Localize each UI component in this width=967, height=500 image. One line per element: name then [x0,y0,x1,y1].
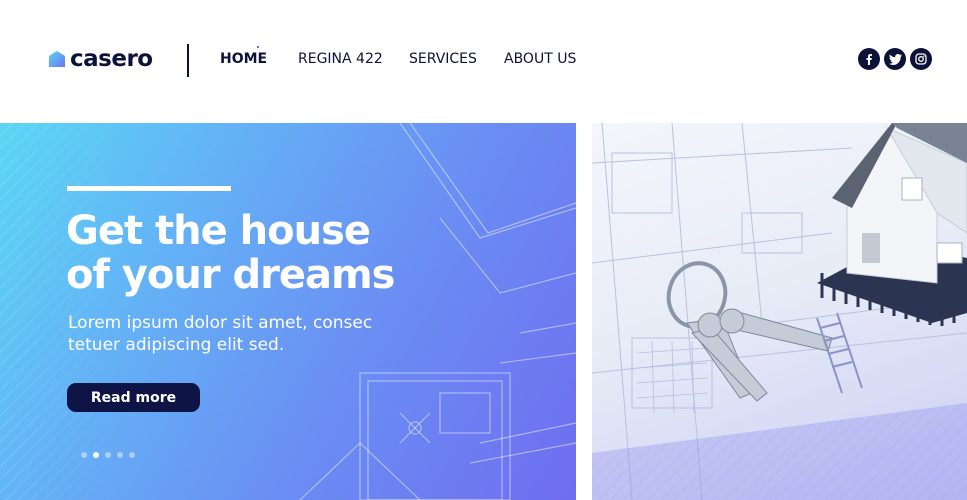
logo[interactable]: casero [49,46,153,72]
house-logo-icon [49,51,65,67]
house-keys-photo [592,123,967,500]
logo-text: casero [70,46,153,72]
slider-dots [81,452,135,458]
nav-item-home[interactable]: HOME [220,51,298,67]
social-links [858,48,932,70]
nav-item-services[interactable]: SERVICES [409,51,504,67]
header-divider [187,44,189,77]
instagram-icon[interactable] [910,48,932,70]
hero-subtitle: Lorem ipsum dolor sit amet, consec tetue… [68,313,373,355]
facebook-icon[interactable] [858,48,880,70]
nav-item-regina-422[interactable]: REGINA 422 [298,51,409,67]
read-more-button[interactable]: Read more [67,383,200,412]
hero-title: Get the house of your dreams [66,208,395,298]
slide-dot-3[interactable] [105,452,111,458]
hero-accent-line [67,186,231,191]
site-header: casero HOME REGINA 422 SERVICES ABOUT US [0,0,967,123]
main-nav: HOME REGINA 422 SERVICES ABOUT US [220,46,576,67]
slide-dot-5[interactable] [129,452,135,458]
hero-banner: Get the house of your dreams Lorem ipsum… [0,123,576,500]
twitter-icon[interactable] [884,48,906,70]
slide-dot-2[interactable] [93,452,99,458]
slide-dot-4[interactable] [117,452,123,458]
nav-item-about-us[interactable]: ABOUT US [504,51,576,67]
slide-dot-1[interactable] [81,452,87,458]
house-keys-illustration [592,123,967,500]
active-nav-indicator [257,46,259,48]
